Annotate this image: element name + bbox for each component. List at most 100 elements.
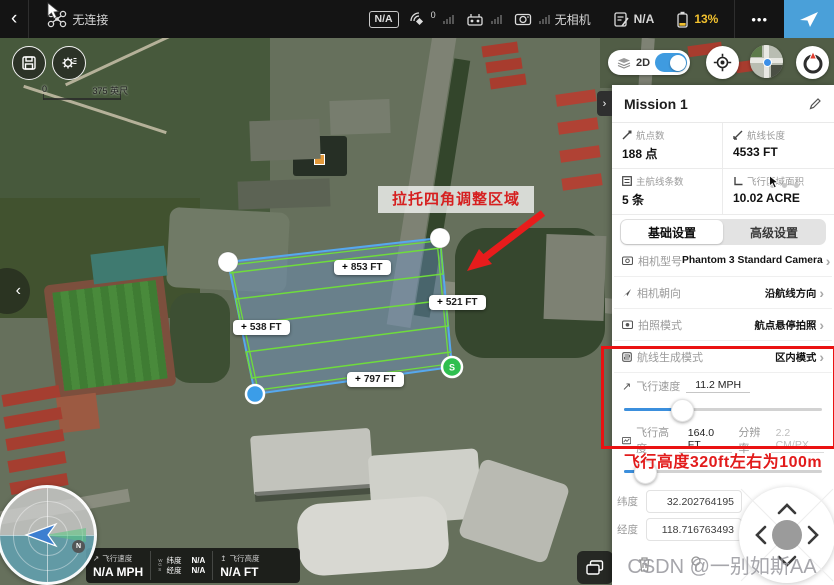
svg-text:S: S	[449, 363, 455, 373]
chevron-left-icon: ‹	[11, 8, 17, 30]
more-button[interactable]: •••	[735, 12, 784, 27]
signal-bars-icon	[443, 15, 454, 24]
chevron-right-icon: ›	[819, 317, 824, 333]
save-button[interactable]	[12, 46, 46, 80]
edge-distance-label-bottom[interactable]: + 797 FT	[347, 372, 404, 387]
altitude-value: N/A FT	[220, 565, 259, 579]
corner-handle-active[interactable]	[246, 385, 264, 403]
airplane-icon	[799, 10, 819, 28]
altitude-annotation: 飞行高度320ft左右为100m	[612, 448, 834, 472]
scale-bar: 0375 英尺	[36, 84, 128, 100]
camera-status: 无相机	[514, 11, 591, 28]
telemetry-altitude: ↥飞行高度 N/A FT	[213, 548, 266, 583]
move-handle-icon: +	[437, 297, 443, 308]
annotation-arrow	[467, 213, 543, 271]
locate-button[interactable]	[706, 46, 739, 79]
edge-distance-label-right[interactable]: + 521 FT	[429, 295, 486, 310]
telemetry-bar: ↗飞行速度 N/A MPH WGS 纬度N/A 经度N/A ↥飞行高度 N/A …	[86, 548, 300, 583]
row-camera-model[interactable]: 相机型号 Phantom 3 Standard Camera›	[614, 245, 832, 277]
map-settings-button[interactable]	[52, 46, 86, 80]
speed-icon: ↗	[622, 380, 631, 393]
2d-label: 2D	[636, 57, 650, 69]
stat-route-length: 航线长度 4533 FT	[723, 123, 834, 169]
route-mode-icon	[622, 352, 632, 362]
speed-value: N/A MPH	[93, 565, 143, 579]
stat-line-count: 主航线条数 5 条	[612, 169, 723, 215]
mission-clipboard-icon	[613, 11, 629, 28]
rc-icon	[466, 12, 484, 27]
row-route-mode[interactable]: 航线生成模式 区内模式›	[614, 341, 832, 373]
wgs-label: WGS	[158, 559, 162, 573]
thumb-location-dot	[763, 58, 772, 67]
chevron-right-icon: ›	[826, 253, 831, 269]
dpad-up-icon	[779, 505, 795, 513]
camera-icon	[514, 12, 532, 26]
back-button[interactable]: ‹	[0, 8, 28, 30]
signal-bars-icon	[491, 15, 502, 24]
area-ruler-icon	[733, 176, 743, 186]
altitude-icon: ↥	[220, 554, 226, 563]
layers-icon	[617, 57, 631, 69]
locate-icon	[713, 53, 732, 72]
cursor-arrow-icon	[768, 175, 779, 189]
longitude-field[interactable]: 118.716763493	[646, 518, 742, 541]
satellite-status: 0	[409, 11, 454, 27]
rc-status	[466, 12, 502, 27]
dpad-center	[772, 520, 802, 550]
corner-handle[interactable]	[430, 228, 450, 248]
compass-icon	[800, 50, 826, 76]
map-thumbnail-button[interactable]	[750, 45, 783, 78]
takeoff-button[interactable]	[784, 0, 834, 38]
mission-panel: Mission 1 航点数 188 点 航线长度 4533 FT 主航线条数 5…	[612, 85, 834, 585]
corner-handle[interactable]	[218, 252, 238, 272]
row-photo-mode[interactable]: 拍照模式 航点悬停拍照›	[614, 309, 832, 341]
chevron-left-icon: ‹	[16, 282, 21, 300]
chevron-right-icon: ›	[603, 98, 607, 110]
compass-reset-button[interactable]	[796, 46, 829, 79]
watermark: CSDN @一别如斯AA	[610, 550, 834, 579]
tab-advanced-settings[interactable]: 高级设置	[723, 220, 825, 244]
speed-slider-block: ↗飞行速度 11.2 MPH	[612, 373, 834, 419]
battery-icon	[676, 11, 689, 28]
heading-pointer-icon	[622, 288, 632, 298]
toggle-knob	[670, 55, 686, 71]
speed-value-field[interactable]: 11.2 MPH	[686, 379, 750, 393]
start-point-marker[interactable]: S	[442, 357, 462, 377]
route-lines-icon	[622, 176, 632, 186]
latitude-field[interactable]: 32.202764195	[646, 490, 742, 513]
altitude-icon	[622, 436, 631, 445]
route-length-icon	[733, 130, 743, 140]
edit-pencil-icon[interactable]	[809, 97, 822, 110]
divider	[28, 0, 29, 38]
dpad-left-icon	[757, 527, 765, 543]
longitude-row: 经度 118.716763493	[617, 518, 742, 541]
satellite-count: 0	[431, 10, 436, 20]
latitude-row: 纬度 32.202764195	[617, 490, 742, 513]
row-camera-heading[interactable]: 相机朝向 沿航线方向›	[614, 277, 832, 309]
view-2d-toggle[interactable]: 2D	[608, 50, 690, 75]
edge-distance-label-left[interactable]: + 538 FT	[233, 320, 290, 335]
telemetry-coords: WGS 纬度N/A 经度N/A	[151, 548, 212, 583]
tab-basic-settings[interactable]: 基础设置	[621, 220, 723, 244]
speed-slider[interactable]	[624, 408, 822, 411]
satellite-icon	[409, 11, 426, 27]
photo-mode-icon	[622, 320, 633, 329]
mission-status: N/A	[613, 11, 655, 28]
dpad-right-icon	[809, 527, 817, 543]
camera-icon	[622, 256, 633, 265]
signal-bars-icon	[539, 15, 550, 24]
waypoint-icon	[622, 130, 632, 140]
2d-toggle-switch[interactable]	[655, 53, 687, 72]
edge-distance-label-top[interactable]: + 853 FT	[334, 260, 391, 275]
overlay-windows-button[interactable]	[577, 551, 613, 584]
battery-status: 13%	[676, 11, 718, 28]
cursor-pointer-icon	[46, 2, 60, 20]
battery-percent: 13%	[694, 12, 718, 26]
layered-windows-icon	[586, 560, 604, 575]
compass-instrument: N	[0, 485, 97, 585]
app-window: S + 853 FT + 521 FT + 538 FT + 797 FT 拉托…	[0, 0, 834, 585]
stat-waypoint-count: 航点数 188 点	[612, 123, 723, 169]
panel-collapse-right-tab[interactable]: ›	[597, 91, 612, 116]
floppy-icon	[21, 55, 37, 71]
settings-tabs: 基础设置 高级设置	[620, 219, 826, 245]
